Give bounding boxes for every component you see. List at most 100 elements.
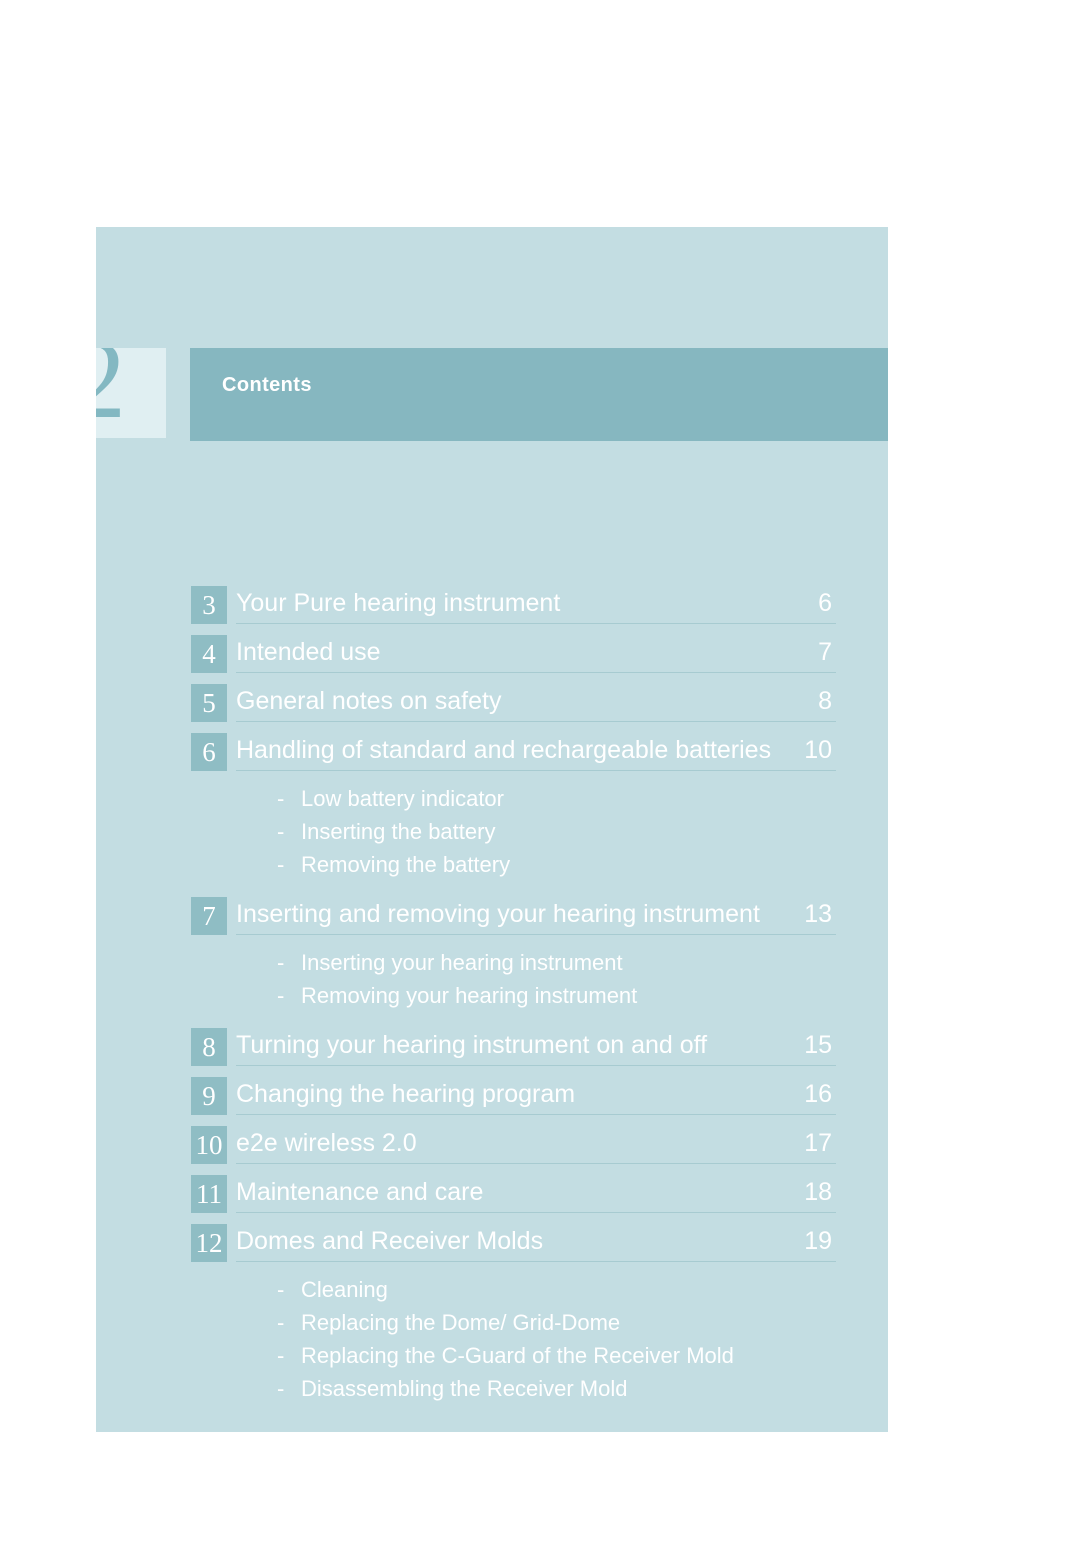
toc-subitem[interactable]: - Removing the battery: [191, 848, 836, 881]
toc-entry-title: General notes on safety: [236, 687, 502, 715]
subitem-bullet-icon: -: [277, 1343, 285, 1368]
toc-subitem[interactable]: - Replacing the Dome/ Grid-Dome: [191, 1306, 836, 1339]
toc-entry-body: General notes on safety 8: [236, 684, 836, 726]
chapter-number: 2: [96, 348, 126, 438]
toc-subitem[interactable]: - Inserting the battery: [191, 815, 836, 848]
toc-entry-page-number: 16: [804, 1080, 832, 1108]
toc-subitem-label: Inserting your hearing instrument: [301, 950, 623, 975]
toc-entry-page-number: 13: [804, 900, 832, 928]
toc-entry-number-badge: 10: [191, 1126, 227, 1164]
toc-entry-row: 3 Your Pure hearing instrument 6: [191, 586, 836, 628]
chapter-number-box: 2: [96, 348, 166, 438]
toc-entry-body: Inserting and removing your hearing inst…: [236, 897, 836, 939]
toc-entry[interactable]: 9 Changing the hearing program 16: [191, 1077, 836, 1126]
contents-header-band: Contents: [190, 348, 888, 441]
toc-entry-page-number: 18: [804, 1178, 832, 1206]
toc-entry-row: 7 Inserting and removing your hearing ins…: [191, 897, 836, 939]
toc-entry-row: 9 Changing the hearing program 16: [191, 1077, 836, 1119]
toc-entry-page-number: 7: [818, 638, 832, 666]
toc-entry-row: 12 Domes and Receiver Molds 19: [191, 1224, 836, 1266]
toc-entry-number-badge: 7: [191, 897, 227, 935]
toc-entry-rule: [236, 721, 836, 722]
toc-entry-number-badge: 12: [191, 1224, 227, 1262]
toc-subitem-label: Cleaning: [301, 1277, 388, 1302]
toc-section-gap: [191, 1012, 836, 1028]
toc-entry-body: Your Pure hearing instrument 6: [236, 586, 836, 628]
toc-subitem-label: Removing the battery: [301, 852, 511, 877]
toc-entry-rule: [236, 672, 836, 673]
toc-entry-rule: [236, 770, 836, 771]
toc-entry-rule: [236, 934, 836, 935]
toc-entry-body: e2e wireless 2.0 17: [236, 1126, 836, 1168]
toc-entry-row: 10 e2e wireless 2.0 17: [191, 1126, 836, 1168]
toc-section-gap: [191, 881, 836, 897]
toc-entry-body: Changing the hearing program 16: [236, 1077, 836, 1119]
toc-entry-rule: [236, 1261, 836, 1262]
subitem-bullet-icon: -: [277, 1277, 285, 1302]
toc-sublist: - Low battery indicator - Inserting the bat…: [191, 782, 836, 881]
toc-entry-title: e2e wireless 2.0: [236, 1129, 417, 1157]
toc-subitem-label: Replacing the C-Guard of the Receiver Mo…: [301, 1343, 734, 1368]
toc-entry-number-badge: 5: [191, 684, 227, 722]
toc-entry-row: 5 General notes on safety 8: [191, 684, 836, 726]
toc-entry[interactable]: 12 Domes and Receiver Molds 19: [191, 1224, 836, 1273]
contents-page-panel: 2 Contents 3 Your Pure hearing instrument…: [96, 227, 888, 1432]
toc-entry-rule: [236, 1114, 836, 1115]
subitem-bullet-icon: -: [277, 852, 285, 877]
toc-subitem[interactable]: - Cleaning: [191, 1273, 836, 1306]
toc-entry-row: 4 Intended use 7: [191, 635, 836, 677]
toc-entry-title: Domes and Receiver Molds: [236, 1227, 544, 1255]
toc-entry-number-badge: 4: [191, 635, 227, 673]
toc-entry-number-badge: 6: [191, 733, 227, 771]
toc-entry-page-number: 15: [804, 1031, 832, 1059]
toc-entry[interactable]: 8 Turning your hearing instrument on and …: [191, 1028, 836, 1077]
toc-entry-rule: [236, 623, 836, 624]
toc-entry-number-badge: 9: [191, 1077, 227, 1115]
toc-entry-body: Handling of standard and rechargeable ba…: [236, 733, 836, 775]
toc-entry-page-number: 8: [818, 687, 832, 715]
toc-sublist: - Inserting your hearing instrument - Remov…: [191, 946, 836, 1012]
toc-entry-page-number: 17: [804, 1129, 832, 1157]
toc-subitem-label: Disassembling the Receiver Mold: [301, 1376, 628, 1401]
toc-entry-title: Maintenance and care: [236, 1178, 484, 1206]
toc-entry-title: Turning your hearing instrument on and o…: [236, 1031, 708, 1059]
toc-subitem-label: Replacing the Dome/ Grid-Dome: [301, 1310, 621, 1335]
toc-subitem[interactable]: - Low battery indicator: [191, 782, 836, 815]
toc-entry-row: 8 Turning your hearing instrument on and …: [191, 1028, 836, 1070]
toc-entry-title: Handling of standard and rechargeable ba…: [236, 736, 772, 764]
toc-entry[interactable]: 4 Intended use 7: [191, 635, 836, 684]
page-title: Contents: [222, 374, 312, 396]
toc-section-gap: [191, 1405, 836, 1421]
toc-entry[interactable]: 7 Inserting and removing your hearing ins…: [191, 897, 836, 946]
subitem-bullet-icon: -: [277, 786, 285, 811]
toc-entry[interactable]: 6 Handling of standard and rechargeable b…: [191, 733, 836, 782]
toc-entry-rule: [236, 1065, 836, 1066]
subitem-bullet-icon: -: [277, 983, 285, 1008]
toc-entry-rule: [236, 1212, 836, 1213]
toc-entry-row: 11 Maintenance and care 18: [191, 1175, 836, 1217]
subitem-bullet-icon: -: [277, 1376, 285, 1401]
toc-entry-number-badge: 8: [191, 1028, 227, 1066]
subitem-bullet-icon: -: [277, 819, 285, 844]
toc-subitem[interactable]: - Inserting your hearing instrument: [191, 946, 836, 979]
table-of-contents: 3 Your Pure hearing instrument 6 4 Intended …: [191, 586, 836, 1421]
toc-subitem[interactable]: - Removing your hearing instrument: [191, 979, 836, 1012]
toc-entry-number-badge: 11: [191, 1175, 227, 1213]
toc-entry[interactable]: 10 e2e wireless 2.0 17: [191, 1126, 836, 1175]
toc-entry-page-number: 19: [804, 1227, 832, 1255]
toc-entry-page-number: 10: [804, 736, 832, 764]
toc-entry-title: Your Pure hearing instrument: [236, 589, 561, 617]
toc-entry-title: Intended use: [236, 638, 381, 666]
toc-entry[interactable]: 3 Your Pure hearing instrument 6: [191, 586, 836, 635]
toc-subitem-label: Removing your hearing instrument: [301, 983, 638, 1008]
subitem-bullet-icon: -: [277, 950, 285, 975]
toc-entry-page-number: 6: [818, 589, 832, 617]
toc-entry-body: Domes and Receiver Molds 19: [236, 1224, 836, 1266]
toc-entry-rule: [236, 1163, 836, 1164]
toc-entry-number-badge: 3: [191, 586, 227, 624]
toc-subitem[interactable]: - Disassembling the Receiver Mold: [191, 1372, 836, 1405]
toc-subitem[interactable]: - Replacing the C-Guard of the Receiver M…: [191, 1339, 836, 1372]
toc-entry[interactable]: 5 General notes on safety 8: [191, 684, 836, 733]
toc-entry-body: Intended use 7: [236, 635, 836, 677]
toc-entry[interactable]: 11 Maintenance and care 18: [191, 1175, 836, 1224]
